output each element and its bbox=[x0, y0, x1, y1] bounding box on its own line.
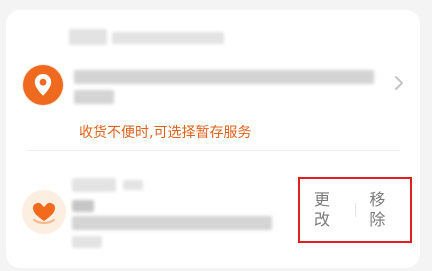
service-tag-blurred bbox=[123, 180, 143, 190]
chevron-right-icon[interactable] bbox=[394, 75, 404, 91]
recipient-phone-blurred bbox=[112, 32, 224, 44]
address-card: 收货不便时,可选择暂存服务 更改 移除 bbox=[6, 10, 420, 268]
service-desc-2-blurred bbox=[72, 216, 272, 230]
location-pin-icon bbox=[23, 65, 63, 105]
storage-service-notice[interactable]: 收货不便时,可选择暂存服务 bbox=[79, 122, 251, 142]
divider bbox=[26, 150, 400, 151]
remove-button[interactable]: 移除 bbox=[355, 190, 410, 230]
service-actions: 更改 移除 bbox=[298, 177, 412, 243]
service-avatar bbox=[22, 190, 66, 234]
address-line-1-blurred bbox=[74, 70, 374, 84]
change-button[interactable]: 更改 bbox=[300, 190, 355, 230]
heart-hand-icon bbox=[33, 203, 55, 225]
service-desc-1-blurred bbox=[72, 200, 94, 212]
recipient-name-blurred bbox=[69, 29, 107, 45]
service-desc-3-blurred bbox=[72, 236, 102, 248]
address-line-2-blurred bbox=[74, 90, 114, 104]
service-title-blurred bbox=[72, 178, 116, 192]
